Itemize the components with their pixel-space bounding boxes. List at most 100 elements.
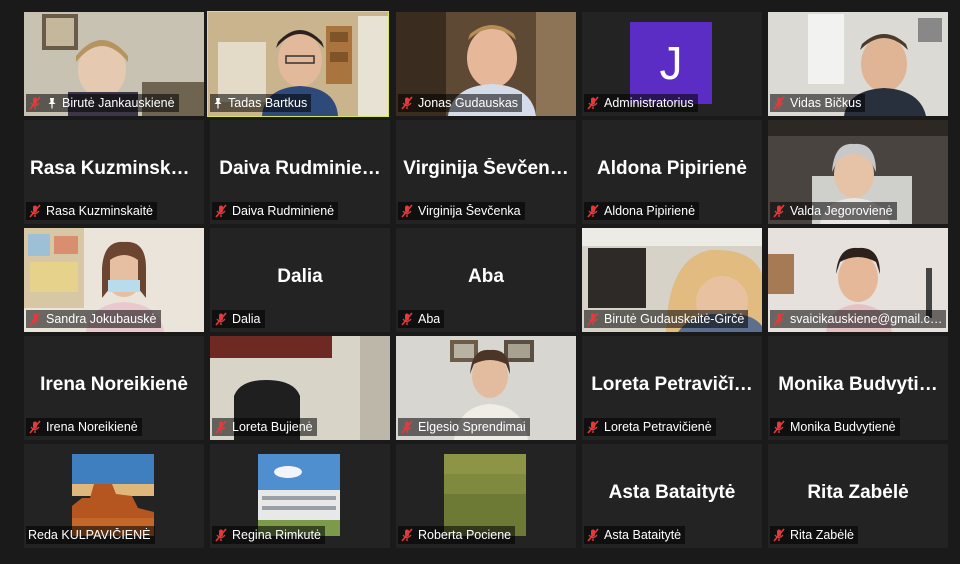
participant-tile[interactable]: Monika Budvyti… Monika Budvytienė (768, 336, 948, 440)
mic-muted-icon (401, 420, 413, 434)
mic-muted-icon (215, 420, 227, 434)
participant-name: Birutė Jankauskienė (62, 96, 175, 110)
participant-name: svaicikauskiene@gmail.c… (790, 312, 943, 326)
participant-name-label: Loreta Petravičienė (584, 418, 716, 436)
participant-name: Aba (418, 312, 441, 326)
participant-name: Vidas Bičkus (790, 96, 862, 110)
participant-tile[interactable]: Birutė Jankauskienė (24, 12, 204, 116)
participant-tile[interactable]: Roberta Pociene (396, 444, 576, 548)
mic-muted-icon (773, 420, 785, 434)
mic-muted-icon (215, 312, 227, 326)
participant-tile[interactable]: Jonas Gudauskas (396, 12, 576, 116)
participant-display-name: Rita Zabėlė (807, 482, 909, 503)
mic-muted-icon (29, 204, 41, 218)
participant-name: Rasa Kuzminskaitė (46, 204, 153, 218)
participant-display-name: Asta Bataitytė (608, 482, 736, 503)
participant-name-label: Jonas Gudauskas (398, 94, 523, 112)
mic-muted-icon (29, 420, 41, 434)
participant-name: Aldona Pipirienė (604, 204, 696, 218)
mic-muted-icon (401, 312, 413, 326)
participant-tile[interactable]: Reda KULPAVIČIENĖ (24, 444, 204, 548)
participant-name: Tadas Bartkus (228, 96, 308, 110)
participant-tile[interactable]: Loreta Petravičī… Loreta Petravičienė (582, 336, 762, 440)
desert-photo (72, 454, 154, 536)
participant-name-label: Sandra Jokubauskė (26, 310, 161, 328)
participant-name-label: Administratorius (584, 94, 698, 112)
participant-name-label: Elgesio Sprendimai (398, 418, 530, 436)
participant-tile[interactable]: Daiva Rudminie… Daiva Rudminienė (210, 120, 390, 224)
participant-name-label: Rita Zabėlė (770, 526, 858, 544)
participant-name: Loreta Petravičienė (604, 420, 712, 434)
participant-tile[interactable]: Rasa Kuzminska… Rasa Kuzminskaitė (24, 120, 204, 224)
participant-name: Valda Jegorovienė (790, 204, 893, 218)
participant-name: Jonas Gudauskas (418, 96, 519, 110)
mic-muted-icon (587, 528, 599, 542)
participant-name: Roberta Pociene (418, 528, 512, 542)
building-photo (258, 454, 340, 536)
participant-name: Virginija Ševčenka (418, 204, 521, 218)
participant-name-label: Dalia (212, 310, 265, 328)
participant-name-label: Asta Bataitytė (584, 526, 686, 544)
participant-name: Birutė Gudauskaitė-Girčė (604, 312, 745, 326)
participant-name-label: Regina Rimkutė (212, 526, 325, 544)
mic-muted-icon (29, 96, 41, 110)
participant-tile[interactable]: Aldona Pipirienė Aldona Pipirienė (582, 120, 762, 224)
participant-tile[interactable]: Vidas Bičkus (768, 12, 948, 116)
mic-muted-icon (773, 312, 785, 326)
participant-name: Reda KULPAVIČIENĖ (28, 528, 151, 542)
mic-muted-icon (587, 96, 599, 110)
participant-display-name: Monika Budvyti… (778, 374, 938, 395)
mic-muted-icon (401, 96, 413, 110)
grass-photo (444, 454, 526, 536)
mic-muted-icon (587, 312, 599, 326)
participant-tile[interactable]: Sandra Jokubauskė (24, 228, 204, 332)
participant-tile[interactable]: svaicikauskiene@gmail.c… (768, 228, 948, 332)
participant-name: Dalia (232, 312, 261, 326)
participant-display-name: Rasa Kuzminska… (30, 158, 198, 179)
mic-muted-icon (401, 528, 413, 542)
participant-tile[interactable]: Dalia Dalia (210, 228, 390, 332)
participant-name-label: Roberta Pociene (398, 526, 516, 544)
participant-display-name: Daiva Rudminie… (219, 158, 381, 179)
participant-name-label: svaicikauskiene@gmail.c… (770, 310, 947, 328)
participant-tile[interactable]: Aba Aba (396, 228, 576, 332)
mic-muted-icon (587, 420, 599, 434)
participant-tile[interactable]: Valda Jegorovienė (768, 120, 948, 224)
participant-display-name: Aba (468, 266, 504, 287)
avatar: J (630, 22, 712, 104)
participant-tile[interactable]: Elgesio Sprendimai (396, 336, 576, 440)
participant-name-label: Daiva Rudminienė (212, 202, 339, 220)
participant-tile[interactable]: Loreta Bujienė (210, 336, 390, 440)
participant-name: Rita Zabėlė (790, 528, 854, 542)
participant-name-label: Monika Budvytienė (770, 418, 900, 436)
participant-name-label: Birutė Gudauskaitė-Girčė (584, 310, 749, 328)
participant-name: Monika Budvytienė (790, 420, 896, 434)
mic-muted-icon (773, 204, 785, 218)
participant-tile[interactable]: Asta Bataitytė Asta Bataitytė (582, 444, 762, 548)
participant-tile[interactable]: J Administratorius (582, 12, 762, 116)
participant-name-label: Aba (398, 310, 445, 328)
participant-name: Regina Rimkutė (232, 528, 321, 542)
mic-muted-icon (215, 204, 227, 218)
participant-display-name: Loreta Petravičī… (591, 374, 753, 395)
participant-tile[interactable]: Tadas Bartkus (207, 11, 389, 117)
mic-muted-icon (587, 204, 599, 218)
participant-name-label: Valda Jegorovienė (770, 202, 897, 220)
participant-name: Elgesio Sprendimai (418, 420, 526, 434)
participant-tile[interactable]: Virginija Ševčen… Virginija Ševčenka (396, 120, 576, 224)
pin-icon (214, 98, 222, 109)
participant-name-label: Virginija Ševčenka (398, 202, 525, 220)
pin-icon (48, 98, 56, 109)
mic-muted-icon (773, 96, 785, 110)
mic-muted-icon (29, 312, 41, 326)
participant-tile[interactable]: Irena Noreikienė Irena Noreikienė (24, 336, 204, 440)
participant-name: Irena Noreikienė (46, 420, 138, 434)
participant-tile[interactable]: Regina Rimkutė (210, 444, 390, 548)
participant-name: Sandra Jokubauskė (46, 312, 157, 326)
participant-tile[interactable]: Birutė Gudauskaitė-Girčė (582, 228, 762, 332)
participant-tile[interactable]: Rita Zabėlė Rita Zabėlė (768, 444, 948, 548)
participant-name: Loreta Bujienė (232, 420, 313, 434)
mic-muted-icon (401, 204, 413, 218)
participant-name-label: Birutė Jankauskienė (26, 94, 179, 112)
participant-name: Administratorius (604, 96, 694, 110)
